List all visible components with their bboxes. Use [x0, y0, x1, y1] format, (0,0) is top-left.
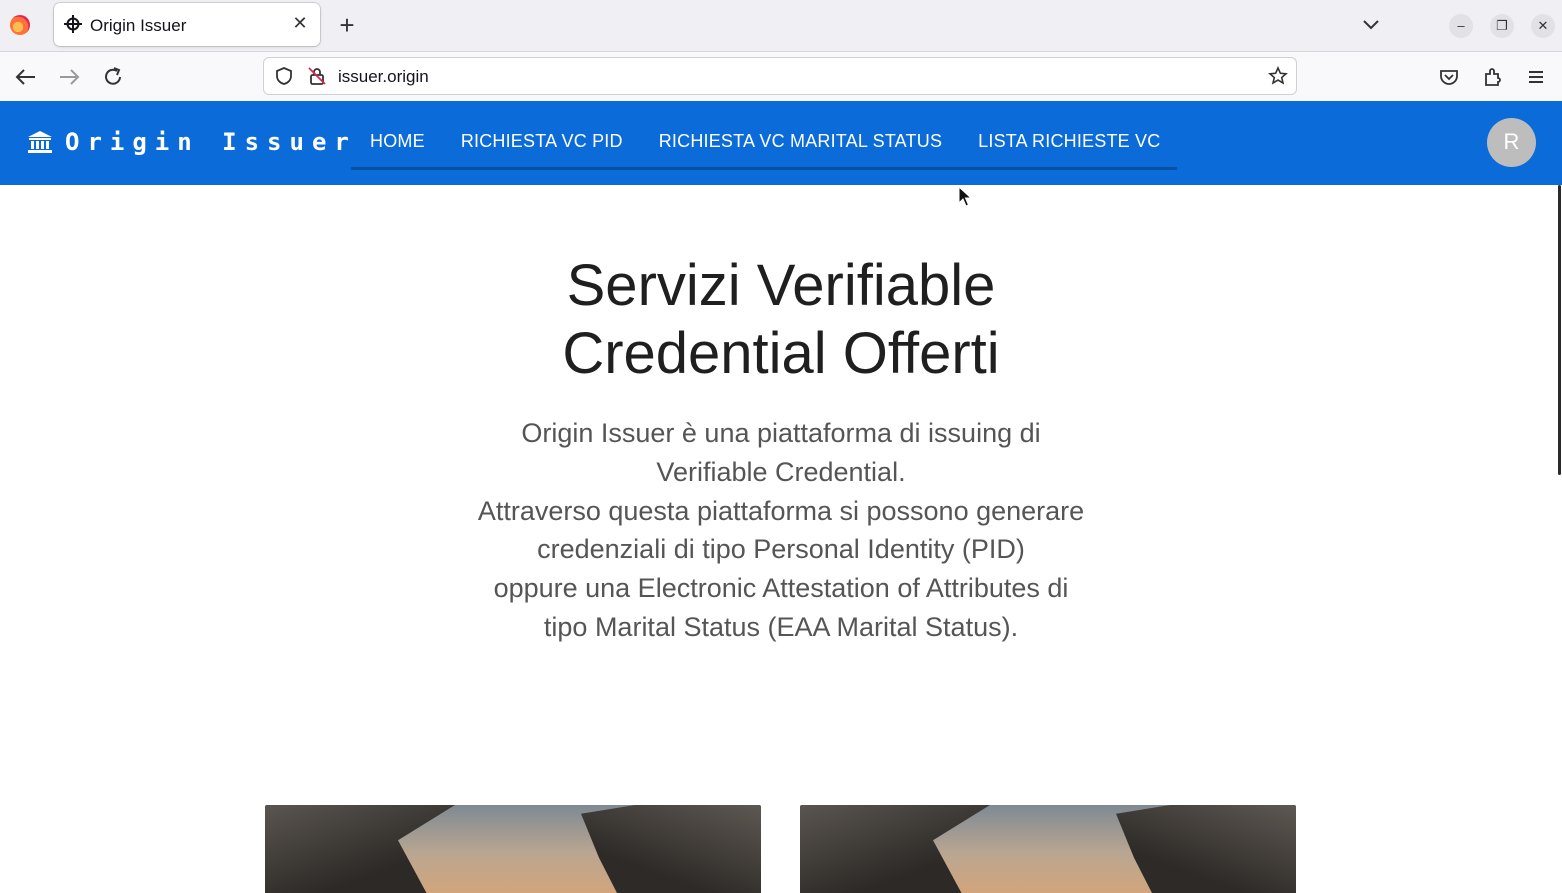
mouse-cursor-icon — [958, 186, 972, 207]
page-title: Servizi Verifiable Credential Offerti — [431, 252, 1131, 388]
user-avatar[interactable]: R — [1487, 118, 1536, 167]
brand-title: Origin Issuer — [65, 128, 357, 156]
title-line-2: Credential Offerti — [562, 321, 1000, 386]
app-header: Origin Issuer HOME RICHIESTA VC PID RICH… — [0, 101, 1562, 185]
main-nav: HOME RICHIESTA VC PID RICHIESTA VC MARIT… — [351, 121, 1178, 170]
brand[interactable]: Origin Issuer — [27, 128, 357, 156]
bank-icon — [28, 131, 52, 153]
nav-richiesta-vc-marital-status[interactable]: RICHIESTA VC MARITAL STATUS — [640, 121, 959, 164]
nav-home[interactable]: HOME — [351, 121, 442, 164]
shield-icon[interactable] — [274, 66, 294, 86]
page-description: Origin Issuer è una piattaforma di issui… — [431, 414, 1131, 647]
title-line-1: Servizi Verifiable — [566, 253, 996, 318]
new-tab-icon[interactable]: + — [336, 12, 358, 38]
firefox-logo-icon[interactable] — [10, 15, 30, 35]
tab-close-icon[interactable]: ✕ — [290, 13, 310, 33]
crosshair-icon — [64, 15, 82, 33]
bookmark-star-icon[interactable] — [1268, 66, 1288, 86]
tab-list-chevron-icon[interactable] — [1360, 14, 1382, 36]
close-window-icon[interactable]: ✕ — [1531, 14, 1555, 38]
browser-nav-bar: issuer.origin — [0, 52, 1562, 102]
browser-tab-bar: Origin Issuer ✕ + – ❐ ✕ — [0, 0, 1562, 52]
service-card-image[interactable] — [265, 805, 761, 893]
description-line: Verifiable Credential. — [656, 456, 906, 487]
address-bar[interactable]: issuer.origin — [263, 57, 1297, 95]
minimize-icon[interactable]: – — [1449, 14, 1473, 38]
page-scrollbar[interactable] — [1558, 185, 1561, 475]
browser-tab[interactable]: Origin Issuer ✕ — [54, 3, 320, 46]
description-line: Origin Issuer è una piattaforma di issui… — [521, 418, 1041, 448]
service-card-image[interactable] — [800, 805, 1296, 893]
pocket-icon[interactable] — [1436, 64, 1462, 90]
restore-icon[interactable]: ❐ — [1490, 14, 1514, 38]
description-line: credenziali di tipo Personal Identity (P… — [537, 534, 1025, 565]
forward-icon[interactable] — [56, 64, 82, 90]
back-icon[interactable] — [13, 64, 39, 90]
nav-richiesta-vc-pid[interactable]: RICHIESTA VC PID — [442, 121, 640, 164]
description-line: oppure una Electronic Attestation of Att… — [493, 573, 1069, 604]
extensions-icon[interactable] — [1480, 64, 1506, 90]
url-text[interactable]: issuer.origin — [338, 67, 429, 87]
menu-icon[interactable] — [1523, 64, 1549, 90]
tab-title: Origin Issuer — [90, 16, 187, 35]
description-line: Attraverso questa piattaforma si possono… — [477, 495, 1085, 526]
description-line: tipo Marital Status (EAA Marital Status)… — [543, 611, 1019, 642]
nav-lista-richieste-vc[interactable]: LISTA RICHIESTE VC — [959, 121, 1177, 164]
reload-icon[interactable] — [100, 64, 126, 90]
insecure-lock-icon[interactable] — [307, 66, 327, 86]
